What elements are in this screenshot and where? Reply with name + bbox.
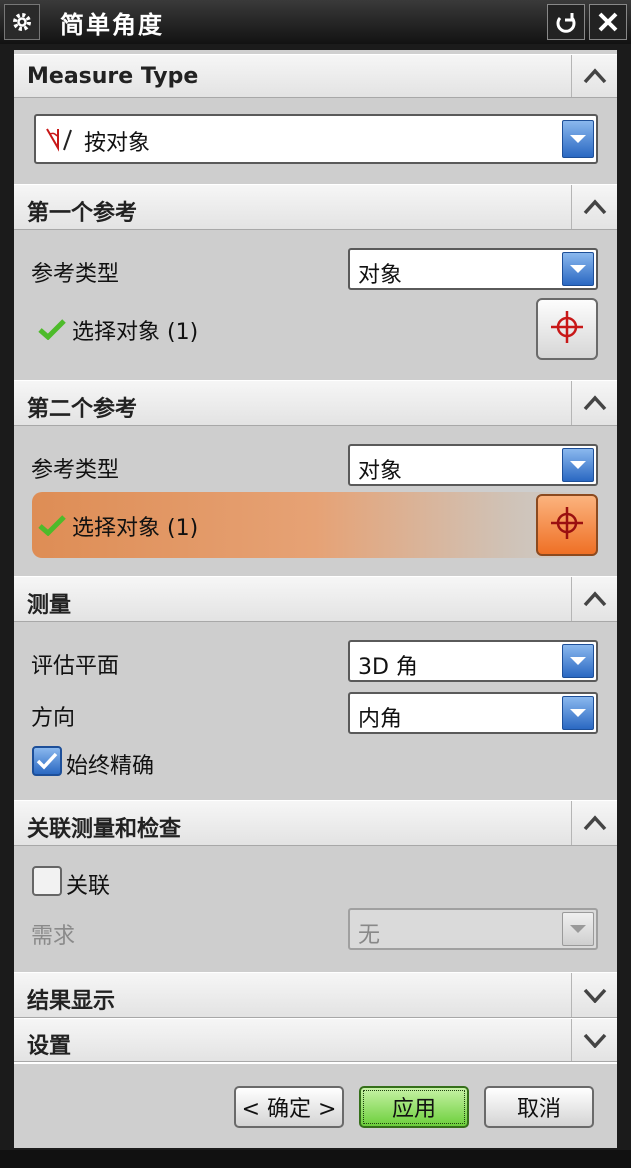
- collapse-chevron-icon[interactable]: [571, 185, 617, 229]
- angle-object-icon: [44, 126, 80, 156]
- requirement-select: 无: [348, 908, 598, 950]
- eval-plane-label: 评估平面: [31, 654, 120, 679]
- collapse-chevron-icon[interactable]: [571, 55, 617, 97]
- section-title: Measure Type: [27, 64, 199, 89]
- dialog-body: Measure Type 按对象 第一个参考 参考类型 对象 选择对象 (1) …: [14, 50, 617, 1148]
- collapse-chevron-icon[interactable]: [571, 381, 617, 425]
- section-title: 结果显示: [27, 989, 116, 1014]
- section-body-measurement: 评估平面 3D 角 方向 内角 始终精确: [14, 622, 617, 800]
- chevron-down-icon: [562, 912, 594, 946]
- always-precise-checkbox[interactable]: [32, 746, 62, 776]
- gear-icon[interactable]: [4, 4, 40, 40]
- associative-label: 关联: [66, 874, 111, 899]
- first-ref-type-select[interactable]: 对象: [348, 248, 598, 290]
- ref-type-label: 参考类型: [31, 262, 120, 287]
- section-header-settings[interactable]: 设置: [14, 1018, 617, 1062]
- section-body-measure-type: 按对象: [14, 98, 617, 184]
- second-ref-type-select[interactable]: 对象: [348, 444, 598, 486]
- second-select-object-row[interactable]: 选择对象 (1): [32, 492, 598, 558]
- reset-icon[interactable]: [547, 4, 585, 40]
- window-bottom-border: [0, 1150, 631, 1168]
- eval-plane-value: 3D 角: [358, 655, 418, 680]
- section-body-first-reference: 参考类型 对象 选择对象 (1): [14, 230, 617, 380]
- dialog-title: 简单角度: [60, 11, 164, 39]
- section-header-measure-type[interactable]: Measure Type: [14, 54, 617, 98]
- second-select-object-button[interactable]: [536, 494, 598, 556]
- section-title: 设置: [27, 1034, 72, 1059]
- direction-value: 内角: [358, 707, 403, 732]
- section-title: 测量: [27, 593, 72, 618]
- crosshair-icon: [547, 503, 587, 547]
- section-header-second-reference[interactable]: 第二个参考: [14, 380, 617, 426]
- always-precise-label: 始终精确: [66, 754, 155, 779]
- eval-plane-select[interactable]: 3D 角: [348, 640, 598, 682]
- direction-label: 方向: [31, 706, 76, 731]
- section-header-first-reference[interactable]: 第一个参考: [14, 184, 617, 230]
- expand-chevron-icon[interactable]: [571, 973, 617, 1017]
- section-title: 第一个参考: [27, 201, 138, 226]
- first-select-object-label: 选择对象 (1): [72, 320, 199, 345]
- chevron-down-icon[interactable]: [562, 252, 594, 286]
- collapse-chevron-icon[interactable]: [571, 801, 617, 845]
- measure-type-value: 按对象: [84, 131, 151, 156]
- second-select-object-label: 选择对象 (1): [72, 516, 199, 541]
- expand-chevron-icon[interactable]: [571, 1019, 617, 1061]
- apply-button[interactable]: 应用: [359, 1086, 469, 1128]
- associative-checkbox[interactable]: [32, 866, 62, 896]
- first-ref-type-value: 对象: [358, 263, 403, 288]
- title-bar: 简单角度: [0, 0, 631, 44]
- section-header-associative[interactable]: 关联测量和检查: [14, 800, 617, 846]
- chevron-down-icon[interactable]: [562, 448, 594, 482]
- checkmark-icon: [38, 514, 66, 540]
- section-title: 关联测量和检查: [27, 817, 182, 842]
- second-ref-type-value: 对象: [358, 459, 403, 484]
- measure-type-dropdown[interactable]: 按对象: [34, 114, 598, 164]
- ref-type-label: 参考类型: [31, 458, 120, 483]
- checkmark-icon: [38, 318, 66, 344]
- ok-button[interactable]: < 确定 >: [234, 1086, 344, 1128]
- chevron-down-icon[interactable]: [562, 696, 594, 730]
- chevron-down-icon[interactable]: [562, 644, 594, 678]
- dialog-window: 简单角度 Measure Type 按对象 第一个参考 参考类型 对象 选择对象…: [0, 0, 631, 1168]
- section-title: 第二个参考: [27, 397, 138, 422]
- close-icon[interactable]: [589, 4, 627, 40]
- chevron-down-icon[interactable]: [562, 120, 594, 158]
- crosshair-icon: [547, 307, 587, 351]
- section-body-associative: 关联 需求 无: [14, 846, 617, 972]
- collapse-chevron-icon[interactable]: [571, 577, 617, 621]
- first-select-object-button[interactable]: [536, 298, 598, 360]
- requirement-value: 无: [358, 923, 381, 948]
- section-body-second-reference: 参考类型 对象 选择对象 (1): [14, 426, 617, 576]
- section-header-results-display[interactable]: 结果显示: [14, 972, 617, 1018]
- section-header-measurement[interactable]: 测量: [14, 576, 617, 622]
- dialog-footer: < 确定 > 应用 取消: [14, 1062, 617, 1148]
- requirement-label: 需求: [31, 924, 76, 949]
- first-select-object-row[interactable]: 选择对象 (1): [32, 296, 598, 362]
- direction-select[interactable]: 内角: [348, 692, 598, 734]
- cancel-button[interactable]: 取消: [484, 1086, 594, 1128]
